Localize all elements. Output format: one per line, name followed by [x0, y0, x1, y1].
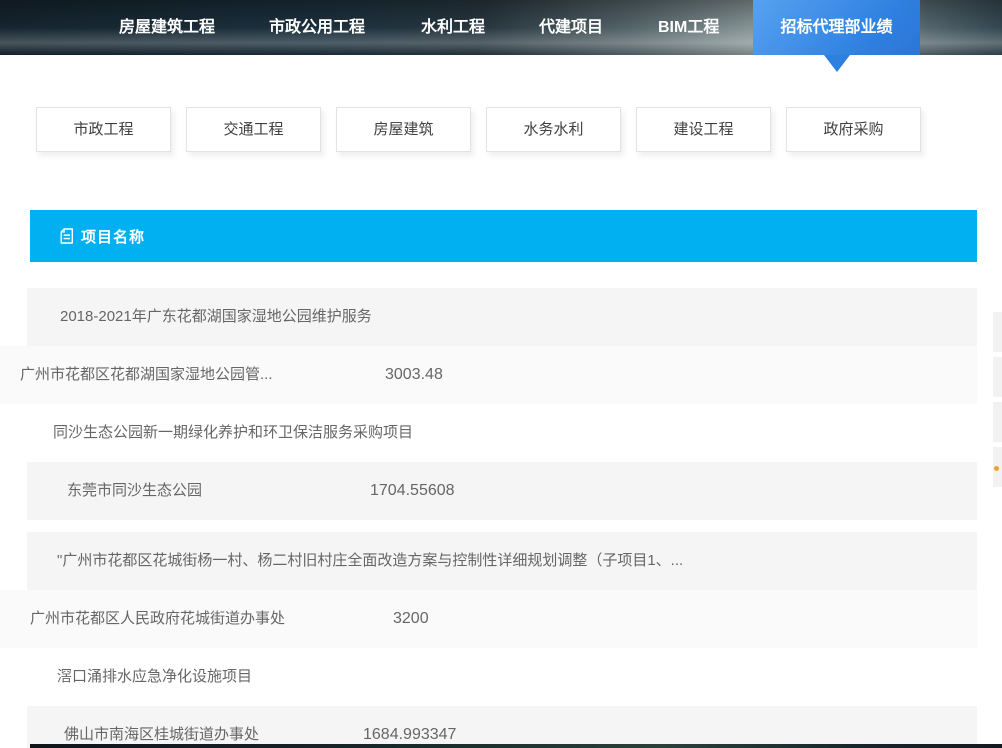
contract-amount: 1684.993347 — [363, 706, 456, 748]
footer-image-edge — [30, 744, 1002, 748]
project-name-row[interactable]: 同沙生态公园新一期绿化养护和环卫保洁服务采购项目 — [27, 404, 977, 462]
project-name-row[interactable]: "广州市花都区花城街杨一村、杨二村旧村庄全面改造方案与控制性详细规划调整（子项目… — [27, 532, 977, 590]
project-name-row[interactable]: 滘口涌排水应急净化设施项目 — [27, 648, 977, 706]
nav-item-agent-construction[interactable]: 代建项目 — [539, 0, 603, 55]
floating-widget-button-2[interactable] — [993, 357, 1002, 397]
nav-item-water-conservancy[interactable]: 水利工程 — [421, 0, 485, 55]
nav-tab-bidding-agency-active[interactable]: 招标代理部业绩 — [753, 0, 920, 55]
project-detail-row: 广州市花都区人民政府花城街道办事处 3200 — [0, 590, 977, 648]
owner-name: 佛山市南海区桂城街道办事处 — [64, 726, 259, 743]
contract-amount: 3003.48 — [385, 346, 443, 404]
contract-amount: 1704.55608 — [370, 462, 455, 520]
filter-button-housing[interactable]: 房屋建筑 — [336, 107, 471, 152]
owner-name: 东莞市同沙生态公园 — [67, 482, 202, 499]
filter-button-gov-procurement[interactable]: 政府采购 — [786, 107, 921, 152]
owner-name: 广州市花都区人民政府花城街道办事处 — [30, 610, 285, 627]
floating-widget-button-4[interactable] — [993, 447, 1002, 487]
list-header-bar: 项目名称 — [30, 210, 977, 262]
nav-item-municipal-public[interactable]: 市政公用工程 — [269, 0, 365, 55]
document-icon — [60, 228, 74, 244]
project-detail-row: 广州市花都区花都湖国家湿地公园管... 3003.48 — [0, 346, 977, 404]
list-header-title: 项目名称 — [81, 226, 145, 247]
filter-button-municipal[interactable]: 市政工程 — [36, 107, 171, 152]
filter-button-water[interactable]: 水务水利 — [486, 107, 621, 152]
contract-amount: 3200 — [393, 590, 429, 648]
notification-dot-icon — [994, 466, 999, 471]
active-tab-pointer-icon — [824, 55, 850, 72]
page: 房屋建筑工程 市政公用工程 水利工程 代建项目 BIM工程 招标代理部业绩 市政… — [0, 0, 1002, 748]
top-navigation: 房屋建筑工程 市政公用工程 水利工程 代建项目 BIM工程 招标代理部业绩 — [0, 0, 1002, 55]
floating-widget-button-3[interactable] — [993, 402, 1002, 442]
floating-widget-button-1[interactable] — [993, 312, 1002, 352]
project-list: 2018-2021年广东花都湖国家湿地公园维护服务 广州市花都区花都湖国家湿地公… — [0, 288, 977, 748]
filter-button-transport[interactable]: 交通工程 — [186, 107, 321, 152]
nav-item-bim[interactable]: BIM工程 — [658, 0, 719, 55]
nav-item-housing-construction[interactable]: 房屋建筑工程 — [119, 0, 215, 55]
project-detail-row: 东莞市同沙生态公园 1704.55608 — [27, 462, 977, 520]
project-name-row[interactable]: 2018-2021年广东花都湖国家湿地公园维护服务 — [27, 288, 977, 346]
filter-button-construction[interactable]: 建设工程 — [636, 107, 771, 152]
owner-name: 广州市花都区花都湖国家湿地公园管... — [20, 366, 273, 383]
project-detail-row: 佛山市南海区桂城街道办事处 1684.993347 — [27, 706, 977, 748]
